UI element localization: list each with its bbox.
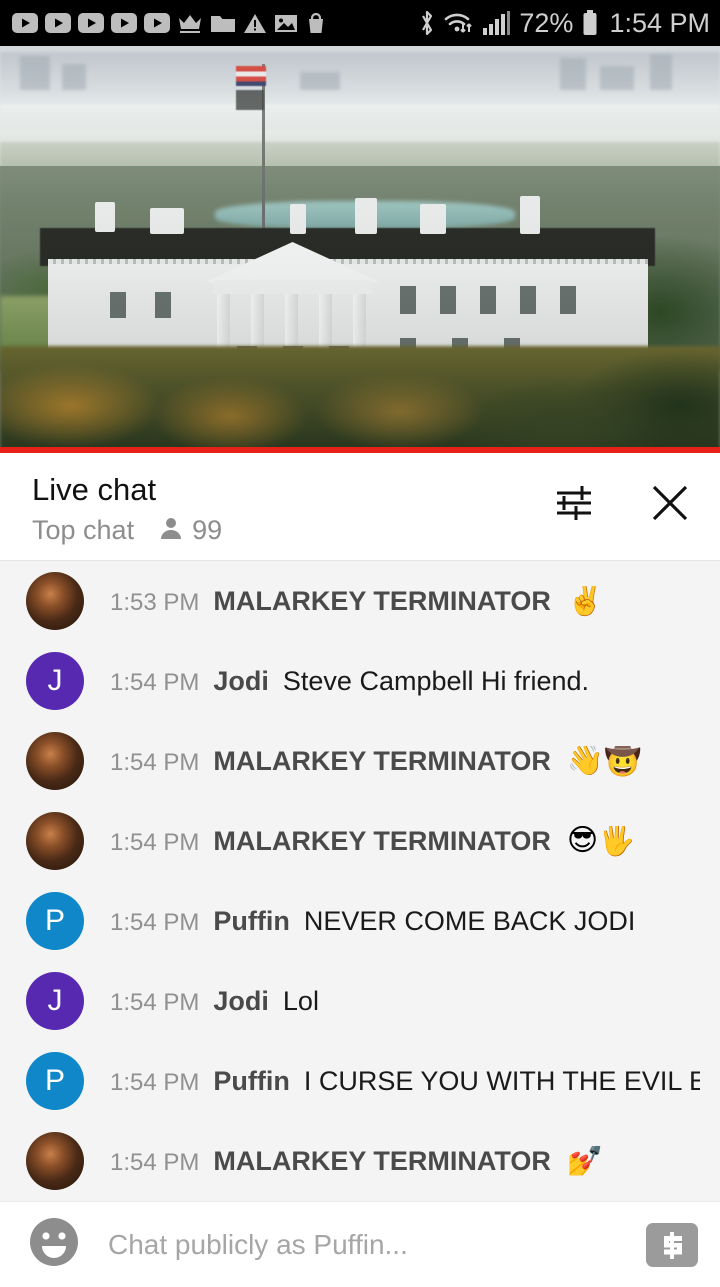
chat-header-actions <box>548 477 696 529</box>
window <box>155 292 171 318</box>
message-emoji: ✌️ <box>566 585 605 617</box>
status-bar: 72% 1:54 PM <box>0 0 720 46</box>
chat-message-body: 1:54 PM Puffin NEVER COME BACK JODI <box>110 906 635 937</box>
chat-message-row[interactable]: J 1:54 PM Jodi Lol <box>0 961 720 1041</box>
chat-message-body: 1:54 PM Jodi Steve Campbell Hi friend. <box>110 666 589 697</box>
dollar-superchat-icon[interactable] <box>646 1222 698 1267</box>
avatar[interactable]: J <box>26 972 84 1030</box>
chimney <box>150 208 184 234</box>
chat-message-row[interactable]: 1:54 PM MALARKEY TERMINATOR 💅 <box>0 1121 720 1201</box>
message-author[interactable]: Jodi <box>213 986 269 1017</box>
chat-message-body: 1:54 PM MALARKEY TERMINATOR 👋🤠 <box>110 746 642 777</box>
chimney <box>95 202 115 232</box>
bluetooth-icon <box>418 9 436 37</box>
message-timestamp: 1:53 PM <box>110 588 200 616</box>
chat-input-field[interactable]: Chat publicly as Puffin... <box>108 1229 646 1261</box>
message-emoji: 👋🤠 <box>566 745 642 777</box>
status-bar-notification-icons <box>12 12 327 34</box>
message-text: Lol <box>282 985 319 1016</box>
message-text: I CURSE YOU WITH THE EVIL EYE <box>303 1065 700 1096</box>
chimney <box>290 204 306 234</box>
avatar[interactable]: P <box>26 1052 84 1110</box>
distant-cityscape <box>0 52 720 98</box>
message-author[interactable]: MALARKEY TERMINATOR <box>213 586 551 617</box>
battery-icon <box>582 9 598 37</box>
viewer-count-label: 99 <box>192 515 223 545</box>
message-timestamp: 1:54 PM <box>110 668 200 696</box>
chimney <box>520 196 540 234</box>
chat-mode-label[interactable]: Top chat <box>32 515 134 546</box>
avatar[interactable]: P <box>26 892 84 950</box>
chat-message-body: 1:54 PM MALARKEY TERMINATOR 💅 <box>110 1146 604 1177</box>
avatar[interactable] <box>26 812 84 870</box>
chimney <box>355 198 377 234</box>
window <box>110 292 126 318</box>
avatar[interactable] <box>26 1132 84 1190</box>
message-timestamp: 1:54 PM <box>110 1068 200 1096</box>
chat-message-row[interactable]: 1:54 PM MALARKEY TERMINATOR 👋🤠 <box>0 721 720 801</box>
window <box>560 286 576 314</box>
chat-message-body: 1:54 PM MALARKEY TERMINATOR 😎🖐️ <box>110 826 636 857</box>
message-timestamp: 1:54 PM <box>110 908 200 936</box>
message-author[interactable]: Puffin <box>213 906 289 937</box>
viewer-count: 99 <box>158 515 222 546</box>
avatar[interactable]: J <box>26 652 84 710</box>
chat-message-list[interactable]: 1:53 PM MALARKEY TERMINATOR ✌️ J 1:54 PM Jodi… <box>0 561 720 1201</box>
folder-icon <box>210 13 236 34</box>
youtube-play-icon <box>144 13 170 33</box>
window <box>520 286 536 314</box>
message-author[interactable]: Jodi <box>213 666 269 697</box>
chat-message-row[interactable]: 1:53 PM MALARKEY TERMINATOR ✌️ <box>0 561 720 641</box>
window <box>400 286 416 314</box>
live-chat-header: Live chat Top chat 99 <box>0 453 720 561</box>
wifi-icon <box>443 10 475 36</box>
status-bar-system-icons: 72% 1:54 PM <box>418 8 710 39</box>
flag-shadow <box>236 90 264 110</box>
message-timestamp: 1:54 PM <box>110 828 200 856</box>
youtube-play-icon <box>12 13 38 33</box>
foreground-foliage <box>0 346 720 453</box>
message-author[interactable]: MALARKEY TERMINATOR <box>213 746 551 777</box>
chat-input-bar: Chat publicly as Puffin... <box>0 1201 720 1287</box>
message-author[interactable]: MALARKEY TERMINATOR <box>213 1146 551 1177</box>
message-timestamp: 1:54 PM <box>110 748 200 776</box>
signal-bars-icon <box>482 10 512 36</box>
window <box>440 286 456 314</box>
crown-icon <box>177 12 203 34</box>
message-text: NEVER COME BACK JODI <box>303 905 636 936</box>
message-emoji: 😎🖐️ <box>566 825 636 857</box>
avatar[interactable] <box>26 572 84 630</box>
chat-message-body: 1:54 PM Puffin I CURSE YOU WITH THE EVIL E… <box>110 1066 700 1097</box>
youtube-play-icon <box>111 13 137 33</box>
message-timestamp: 1:54 PM <box>110 988 200 1016</box>
message-emoji: 💅 <box>566 1145 605 1177</box>
tune-sliders-icon[interactable] <box>548 477 600 529</box>
close-x-icon[interactable] <box>644 477 696 529</box>
chat-message-row[interactable]: 1:54 PM MALARKEY TERMINATOR 😎🖐️ <box>0 801 720 881</box>
horizon-haze <box>0 104 720 130</box>
chimney <box>420 204 446 234</box>
chat-message-row[interactable]: P 1:54 PM Puffin I CURSE YOU WITH THE EVIL … <box>0 1041 720 1121</box>
person-icon <box>158 515 184 546</box>
chat-message-row[interactable]: P 1:54 PM Puffin NEVER COME BACK JODI <box>0 881 720 961</box>
american-flag <box>236 66 266 86</box>
message-author[interactable]: Puffin <box>213 1066 289 1097</box>
warning-triangle-icon <box>243 13 267 34</box>
battery-percent-label: 72% <box>519 7 574 38</box>
shopping-bag-icon <box>305 12 327 34</box>
clock-label: 1:54 PM <box>609 7 710 38</box>
youtube-play-icon <box>78 13 104 33</box>
chat-message-body: 1:53 PM MALARKEY TERMINATOR ✌️ <box>110 586 604 617</box>
window <box>480 286 496 314</box>
message-timestamp: 1:54 PM <box>110 1148 200 1176</box>
message-text: Steve Campbell Hi friend. <box>282 665 590 696</box>
emoji-smiley-icon[interactable] <box>28 1216 80 1273</box>
message-author[interactable]: MALARKEY TERMINATOR <box>213 826 551 857</box>
avatar[interactable] <box>26 732 84 790</box>
video-player[interactable] <box>0 46 720 453</box>
image-icon <box>274 13 298 34</box>
chat-message-body: 1:54 PM Jodi Lol <box>110 986 319 1017</box>
chat-message-row[interactable]: J 1:54 PM Jodi Steve Campbell Hi friend. <box>0 641 720 721</box>
youtube-play-icon <box>45 13 71 33</box>
